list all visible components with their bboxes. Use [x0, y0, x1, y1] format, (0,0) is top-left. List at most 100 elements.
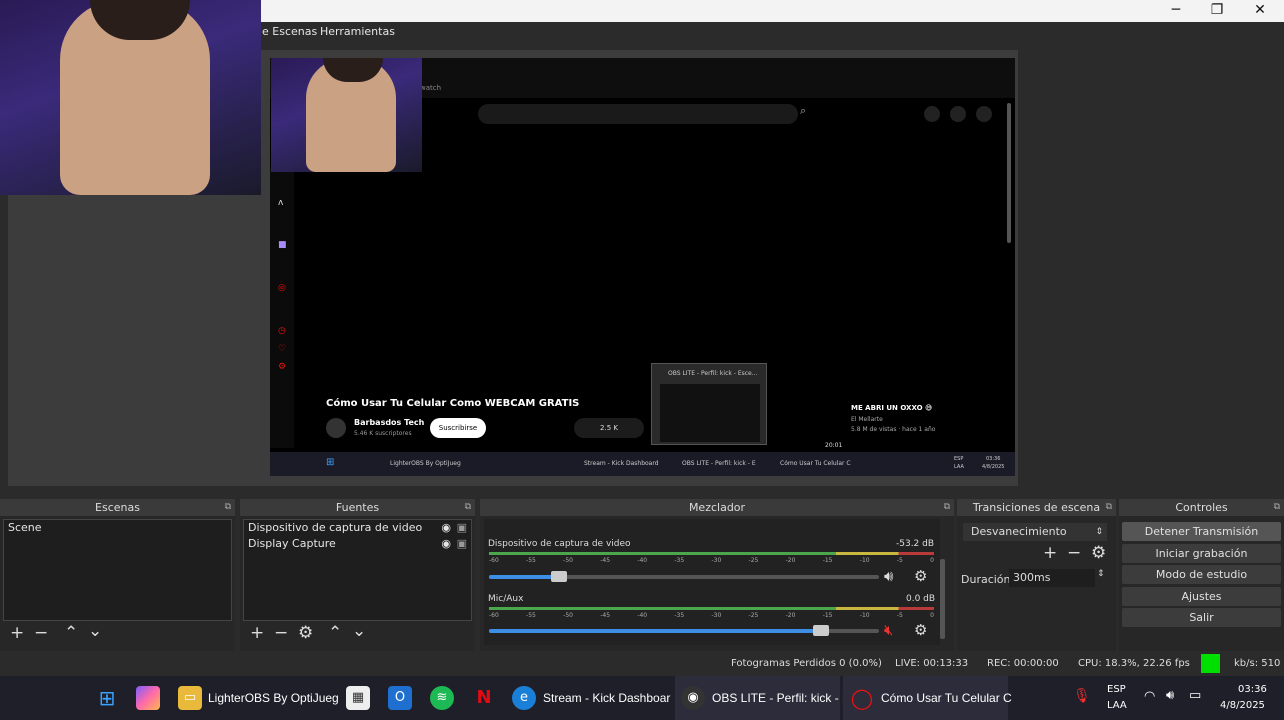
float-icon[interactable]: ⧉ [1274, 499, 1280, 516]
transition-properties-icon[interactable]: ⚙ [1091, 545, 1106, 562]
volume-knob[interactable] [812, 625, 829, 636]
volume-icon[interactable]: 🔊︎ [1166, 688, 1174, 703]
duration-input[interactable]: 300ms [1009, 569, 1095, 587]
taskbar-thumbnail: OBS LITE - Perfil: kick - Esce... [651, 363, 767, 445]
outlook-icon[interactable]: O [388, 686, 412, 710]
scene-item[interactable]: Scene [4, 520, 231, 536]
exit-button[interactable]: Salir [1122, 608, 1281, 627]
preview-margin [1018, 50, 1284, 486]
maximize-button[interactable]: ❐ [1195, 0, 1239, 22]
scenes-dock: Escenas ⧉ Scene + − ⌃ ⌄ [0, 499, 235, 651]
speaker-icon[interactable]: 🔊︎ [884, 567, 893, 585]
meter-tick-label: -15 [822, 612, 833, 619]
remove-transition-button[interactable]: − [1067, 545, 1081, 562]
add-source-button[interactable]: + [250, 625, 264, 642]
meter-tick-label: -40 [637, 557, 648, 564]
microphone-icon[interactable]: 🎙︎ [1073, 688, 1091, 704]
menu-tools[interactable]: Herramientas [320, 25, 395, 38]
recommended-title: ME ABRI UN OXXO 😅 [851, 404, 933, 412]
meter-tick-label: -60 [489, 557, 499, 564]
task-obs[interactable]: OBS LITE - Perfil: kick - E [712, 691, 850, 705]
copilot-icon[interactable] [136, 686, 160, 710]
start-recording-button[interactable]: Iniciar grabación [1122, 544, 1281, 563]
search-icon: ⌕ [800, 104, 807, 117]
thumbnail-title: OBS LITE - Perfil: kick - Esce... [668, 370, 758, 377]
close-button[interactable]: ✕ [1238, 0, 1282, 22]
stop-stream-button[interactable]: Detener Transmisión [1122, 522, 1281, 541]
mixer-channel-db: 0.0 dB [906, 594, 936, 604]
clock-date[interactable]: 4/8/2025 [1220, 700, 1265, 711]
wifi-icon[interactable]: ◠ [1144, 689, 1155, 704]
task-lighterobs[interactable]: LighterOBS By OptiJueg [208, 691, 339, 705]
minimize-button[interactable]: ─ [1154, 0, 1198, 22]
clock-time[interactable]: 03:36 [1238, 684, 1267, 695]
netflix-icon[interactable]: N [472, 686, 496, 710]
lock-icon[interactable]: ▣ [457, 520, 467, 536]
volume-knob[interactable] [551, 571, 568, 582]
volume-slider[interactable] [489, 571, 879, 582]
settings-button[interactable]: Ajustes [1122, 587, 1281, 606]
spin-icon[interactable]: ⇕ [1097, 569, 1105, 579]
store-icon[interactable]: ▦ [346, 686, 370, 710]
float-icon[interactable]: ⧉ [1106, 499, 1112, 516]
stream-health-indicator [1201, 654, 1220, 673]
visibility-eye-icon[interactable]: ◉ [441, 536, 451, 552]
status-bar: Fotogramas Perdidos 0 (0.0%) LIVE: 00:13… [0, 652, 1284, 676]
move-up-button[interactable]: ⌃ [328, 625, 342, 642]
move-down-button[interactable]: ⌄ [352, 623, 366, 640]
cpu-fps: CPU: 18.3%, 22.26 fps [1078, 658, 1190, 669]
move-up-button[interactable]: ⌃ [64, 625, 78, 642]
meter-tick-label: -55 [526, 557, 536, 564]
move-down-button[interactable]: ⌄ [88, 623, 102, 640]
folder-icon[interactable]: ▭ [178, 686, 202, 710]
lock-icon[interactable]: ▣ [457, 536, 467, 552]
mixer-channel-db: -53.2 dB [896, 539, 935, 549]
channel-settings-icon[interactable]: ⚙ [914, 621, 927, 639]
browser-scrollbar[interactable] [1007, 103, 1011, 243]
inner-task-2: Stream - Kick Dashboard [584, 460, 659, 467]
menu-scenes[interactable]: e Escenas [262, 25, 317, 38]
studio-mode-button[interactable]: Modo de estudio [1122, 565, 1281, 584]
transitions-dock: Transiciones de escena ⧉ Desvanecimiento ⇕… [957, 499, 1116, 651]
windows-start-icon[interactable]: ⊞ [95, 686, 119, 710]
transition-select[interactable]: Desvanecimiento ⇕ [963, 523, 1107, 541]
mixer-scrollbar[interactable] [940, 559, 945, 639]
remove-source-button[interactable]: − [274, 625, 288, 642]
obs-icon[interactable]: ◉ [681, 686, 705, 710]
source-item[interactable]: Dispositivo de captura de video ◉ ▣ [244, 520, 471, 536]
webcam-overlay [0, 0, 261, 195]
thumbnail-image [660, 384, 760, 442]
spotify-icon[interactable]: ≋ [430, 686, 454, 710]
visibility-eye-icon[interactable]: ◉ [441, 520, 451, 536]
float-icon[interactable]: ⧉ [225, 499, 231, 516]
volume-meter [489, 607, 934, 610]
mixer-channel-name: Mic/Aux [488, 594, 524, 604]
edge-icon[interactable]: e [512, 686, 536, 710]
float-icon[interactable]: ⧉ [465, 499, 471, 516]
float-icon[interactable]: ⧉ [944, 499, 950, 516]
source-properties-icon[interactable]: ⚙ [298, 625, 313, 642]
yt-search-bar [478, 104, 798, 124]
language[interactable]: ESP [1107, 684, 1126, 695]
meter-tick-label: -45 [600, 612, 611, 619]
record-icon: ◎ [278, 283, 286, 293]
opera-icon[interactable]: ◯ [850, 686, 874, 710]
channel-settings-icon[interactable]: ⚙ [914, 567, 927, 585]
subscriber-count: 5.46 K suscriptores [354, 430, 412, 437]
add-transition-button[interactable]: + [1043, 545, 1057, 562]
meter-tick-label: -20 [785, 612, 796, 619]
source-label: Dispositivo de captura de video [248, 521, 423, 534]
battery-icon[interactable]: ▭ [1189, 688, 1201, 703]
task-browser[interactable]: Cómo Usar Tu Celular C [881, 691, 1012, 705]
meter-tick-label: -10 [859, 612, 870, 619]
remove-scene-button[interactable]: − [34, 625, 48, 642]
muted-speaker-icon[interactable]: 🔇︎ [884, 621, 893, 639]
channel-name: Barbasdos Tech [354, 418, 425, 427]
volume-slider[interactable] [489, 625, 879, 636]
keyboard-layout[interactable]: LAA [1107, 700, 1127, 711]
add-scene-button[interactable]: + [10, 625, 24, 642]
task-kick-dashboard[interactable]: Stream - Kick Dashboar [543, 691, 670, 705]
meter-tick-label: -25 [748, 612, 759, 619]
sources-dock: Fuentes ⧉ Dispositivo de captura de video… [240, 499, 475, 651]
source-item[interactable]: Display Capture ◉ ▣ [244, 536, 471, 552]
